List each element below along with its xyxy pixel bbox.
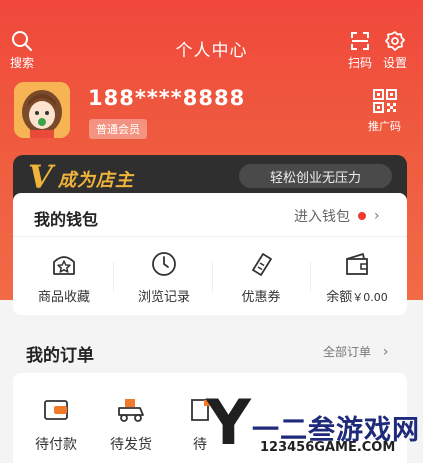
chevron-right-icon: › — [382, 344, 389, 360]
phone-number: 188****8888 — [88, 86, 246, 110]
order-item-label: 待发货 — [110, 437, 152, 453]
all-orders-link[interactable]: 全部订单 › — [323, 343, 388, 360]
promo-code-button[interactable]: 推广码 — [368, 88, 401, 134]
vip-slogan-pill[interactable]: 轻松创业无压力 — [239, 164, 392, 188]
scan-label: 扫码 — [348, 56, 373, 70]
clock-icon — [152, 252, 176, 276]
all-orders-label: 全部订单 — [323, 345, 372, 359]
wallet-item-label: 浏览记录 — [137, 290, 190, 305]
wallet-title: 我的钱包 — [34, 210, 99, 229]
order-item-pending-payment[interactable]: 待付款 — [26, 396, 86, 454]
divider — [13, 236, 407, 237]
wallet-item-history[interactable]: 浏览记录 — [119, 250, 209, 305]
promo-code-label: 推广码 — [368, 120, 401, 133]
balance-label: 余额￥0.00 — [326, 286, 388, 305]
wallet-item-balance[interactable]: 余额￥0.00 — [312, 250, 402, 305]
wallet-item-label: 优惠券 — [241, 290, 281, 305]
avatar[interactable] — [14, 82, 70, 138]
order-item-pending-shipment[interactable]: 待发货 — [101, 396, 161, 454]
scan-icon — [351, 32, 369, 50]
order-item-label: 待付款 — [35, 437, 77, 453]
scan-button[interactable]: 扫码 — [348, 30, 372, 71]
star-bag-icon — [53, 256, 75, 275]
wallet-item-favorites[interactable]: 商品收藏 — [19, 250, 109, 305]
separator — [113, 262, 114, 292]
order-title: 我的订单 — [26, 346, 94, 366]
chevron-right-icon: › — [374, 208, 380, 224]
vip-logo: V — [28, 158, 53, 196]
balance-text: 余额 — [326, 290, 353, 305]
delivery-icon — [118, 399, 144, 422]
gear-icon — [385, 31, 405, 51]
settings-button[interactable]: 设置 — [383, 30, 407, 71]
watermark-logo: Y — [206, 386, 251, 459]
member-level-badge: 普通会员 — [89, 119, 147, 139]
vip-banner-title: 成为店主 — [58, 170, 134, 191]
separator — [212, 262, 213, 292]
balance-value: ￥0.00 — [352, 291, 388, 304]
ticket-icon — [252, 253, 272, 276]
enter-wallet-label: 进入钱包 — [294, 209, 350, 225]
separator — [310, 262, 311, 292]
notification-dot — [358, 212, 366, 220]
top-bar: 搜索 个人中心 扫码 设置 — [0, 0, 423, 72]
settings-label: 设置 — [383, 56, 408, 70]
wallet-icon — [346, 253, 368, 275]
wallet-item-coupons[interactable]: 优惠券 — [216, 250, 306, 305]
avatar-illustration — [14, 82, 70, 138]
watermark-url: 123456GAME.COM — [260, 440, 396, 455]
wallet-item-label: 商品收藏 — [37, 290, 90, 305]
qr-code-icon — [372, 89, 397, 113]
card-icon — [44, 400, 68, 420]
enter-wallet-link[interactable]: 进入钱包 › — [294, 206, 380, 226]
